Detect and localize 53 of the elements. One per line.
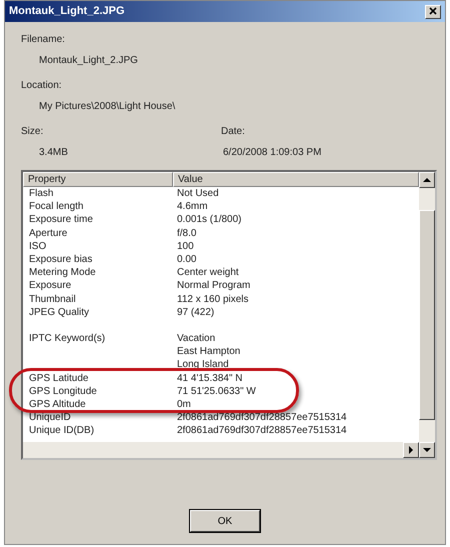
property-cell-text: IPTC Keyword(s): [28, 332, 106, 346]
property-cell-text: Metering Mode: [28, 266, 97, 280]
property-cell-text: Flash: [28, 187, 54, 200]
value-cell-text: 2f0861ad769df307df28857ee7515314: [176, 424, 348, 438]
field-label: Size:: [21, 125, 44, 139]
column-header[interactable]: Property: [23, 172, 173, 187]
field-value: Montauk_Light_2.JPG: [39, 54, 139, 68]
value-cell-text: Not Used: [176, 187, 220, 200]
property-cell-text: JPEG Quality: [28, 306, 90, 319]
column-header[interactable]: Value: [173, 172, 419, 187]
value-cell-text: f/8.0: [176, 226, 198, 240]
field-label: Filename:: [21, 33, 66, 47]
field-value: 3.4MB: [39, 146, 69, 160]
value-cell-text: 97 (422): [176, 306, 216, 319]
scroll-up-icon[interactable]: [419, 172, 435, 188]
property-cell-text: Thumbnail: [28, 292, 77, 306]
value-cell-text: 0.00: [176, 252, 198, 266]
property-cell-text: Unique ID(DB): [28, 424, 96, 438]
property-cell-text: Exposure bias: [28, 252, 94, 266]
value-cell-text: East Hampton: [176, 345, 242, 358]
field-value: My Pictures\2008\Light House\: [39, 100, 176, 114]
property-cell-text: Exposure time: [28, 213, 94, 227]
value-cell-text: 112 x 160 pixels: [176, 292, 250, 306]
property-cell-text: Focal length: [28, 200, 84, 214]
horizontal-scrollbar[interactable]: [23, 442, 419, 458]
property-cell-text: GPS Altitude: [28, 398, 87, 412]
scroll-down-icon[interactable]: [419, 442, 435, 458]
value-cell-text: Vacation: [176, 332, 216, 346]
value-cell-text: Normal Program: [176, 279, 252, 292]
value-cell-text: 4.6mm: [176, 200, 209, 214]
close-button[interactable]: [425, 4, 441, 18]
property-cell-text: UniqueID: [28, 411, 72, 424]
field-label: Date:: [221, 125, 246, 139]
value-cell-text: 100: [176, 240, 195, 253]
property-cell-text: ISO: [28, 240, 48, 253]
property-cell-text: GPS Latitude: [28, 372, 90, 385]
property-cell-text: Aperture: [28, 226, 68, 240]
field-label: Location:: [21, 79, 63, 93]
property-cell-text: Exposure: [28, 279, 72, 292]
value-cell-text: 0.001s (1/800): [176, 213, 242, 227]
field-value: 6/20/2008 1:09:03 PM: [223, 146, 322, 160]
value-cell-text: 2f0861ad769df307df28857ee7515314: [176, 411, 348, 424]
scroll-thumb[interactable]: [419, 210, 435, 420]
vertical-scrollbar[interactable]: [419, 172, 435, 458]
window-title: Montauk_Light_2.JPG: [9, 4, 125, 20]
value-cell-text: 0m: [176, 398, 192, 412]
value-cell-text: 71 51'25.0633" W: [176, 384, 257, 398]
value-cell-text: 41 4'15.384" N: [176, 372, 244, 385]
property-cell-text: GPS Longitude: [28, 384, 98, 398]
ok-button[interactable]: OK: [190, 510, 260, 532]
value-cell-text: Center weight: [176, 266, 240, 280]
scroll-right-icon[interactable]: [403, 442, 419, 458]
close-icon: [429, 7, 437, 16]
